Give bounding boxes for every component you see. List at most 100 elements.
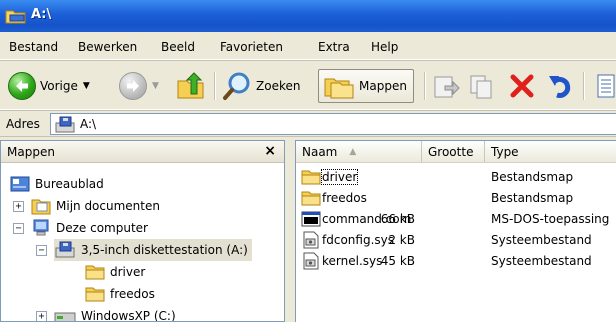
file-row[interactable]: driver Bestandsmap xyxy=(296,167,616,188)
tree-item-my-computer[interactable]: Deze computer xyxy=(31,217,148,239)
close-icon[interactable]: × xyxy=(264,143,276,159)
column-header-label: Grootte xyxy=(428,144,474,159)
file-type: Systeembestand xyxy=(491,233,592,247)
address-input[interactable]: A:\ xyxy=(50,113,616,135)
column-header-type[interactable]: Type xyxy=(485,141,616,163)
tree-item-label: freedos xyxy=(110,287,155,301)
file-row[interactable]: command.com 66 kB MS-DOS-toepassing xyxy=(296,209,616,230)
expand-icon[interactable]: + xyxy=(36,311,47,321)
search-button[interactable]: Zoeken xyxy=(222,69,300,103)
tree-item-freedos[interactable]: freedos xyxy=(85,283,155,305)
toolbar-separator xyxy=(214,72,216,100)
toolbar: Vorige ▼ ▼ Zoeken Mappen xyxy=(0,62,616,110)
file-row[interactable]: kernel.sys 45 kB Systeembestand xyxy=(296,251,616,272)
title-bar[interactable]: A:\ xyxy=(0,0,616,32)
menu-extra[interactable]: Extra xyxy=(318,40,350,54)
collapse-icon[interactable]: − xyxy=(36,245,47,256)
copy-to-button[interactable] xyxy=(468,69,498,103)
column-header-label: Type xyxy=(491,144,519,159)
file-type: Bestandsmap xyxy=(491,170,574,184)
tree-item-label: Mijn documenten xyxy=(56,199,160,213)
tree-item-driver[interactable]: driver xyxy=(85,261,145,283)
my-computer-icon xyxy=(33,219,49,236)
menu-beeld[interactable]: Beeld xyxy=(161,40,195,54)
up-folder-icon xyxy=(177,72,204,99)
window-title: A:\ xyxy=(31,7,52,22)
file-name: driver xyxy=(320,169,359,185)
menu-help[interactable]: Help xyxy=(371,40,398,54)
back-dropdown-icon[interactable]: ▼ xyxy=(83,81,90,91)
folder-icon xyxy=(301,191,321,206)
menu-bar: Bestand Bewerken Beeld Favorieten Extra … xyxy=(0,34,616,60)
expand-icon[interactable]: + xyxy=(13,201,24,212)
search-label: Zoeken xyxy=(256,79,301,93)
file-size: 66 kB xyxy=(380,212,415,226)
forward-arrow-icon xyxy=(119,72,147,100)
copy-to-icon xyxy=(470,75,492,99)
forward-dropdown-icon[interactable]: ▼ xyxy=(152,81,159,91)
file-size: 45 kB xyxy=(380,254,415,268)
system-file-icon xyxy=(303,252,319,270)
tree-item-label: WindowsXP (C:) xyxy=(81,309,176,322)
folders-button[interactable]: Mappen xyxy=(318,69,414,103)
file-type: Bestandsmap xyxy=(491,191,574,205)
delete-button[interactable] xyxy=(509,69,535,103)
column-header-size[interactable]: Grootte xyxy=(422,141,485,163)
column-header-name[interactable]: Naam ▲ xyxy=(296,141,422,163)
folders-pane-title: Mappen xyxy=(7,145,55,159)
file-size: 2 kB xyxy=(388,233,415,247)
views-button[interactable] xyxy=(592,69,616,103)
tree-item-floppy-drive[interactable]: 3,5-inch diskettestation (A:) xyxy=(54,239,252,261)
tree-item-my-documents[interactable]: Mijn documenten xyxy=(31,195,160,217)
back-label: Vorige xyxy=(40,79,78,93)
tree-item-desktop[interactable]: Bureaublad xyxy=(10,173,104,195)
forward-button[interactable]: ▼ xyxy=(119,69,159,103)
folder-icon xyxy=(5,10,26,24)
back-arrow-icon xyxy=(8,72,36,100)
address-label: Adres xyxy=(6,117,40,131)
folder-icon xyxy=(85,265,105,280)
move-to-button[interactable] xyxy=(431,69,461,103)
file-row[interactable]: freedos Bestandsmap xyxy=(296,188,616,209)
floppy-drive-icon xyxy=(55,241,75,258)
file-type: Systeembestand xyxy=(491,254,592,268)
file-name: kernel.sys xyxy=(322,254,383,268)
dos-app-icon xyxy=(301,211,321,227)
menu-bewerken[interactable]: Bewerken xyxy=(78,40,137,54)
folder-icon xyxy=(301,170,321,185)
back-button[interactable]: Vorige ▼ xyxy=(8,69,90,103)
tree-item-label: 3,5-inch diskettestation (A:) xyxy=(81,243,248,257)
sort-ascending-icon: ▲ xyxy=(349,146,357,157)
search-icon xyxy=(223,72,250,100)
views-icon xyxy=(597,74,615,98)
file-name: freedos xyxy=(322,191,367,205)
tree-item-label: Deze computer xyxy=(56,221,148,235)
hard-drive-icon xyxy=(54,312,76,321)
toolbar-separator xyxy=(424,72,426,100)
address-bar: Adres A:\ xyxy=(0,112,616,137)
move-to-icon xyxy=(434,76,460,98)
up-folder-button[interactable] xyxy=(176,69,206,103)
collapse-icon[interactable]: − xyxy=(13,223,24,234)
folders-icon xyxy=(324,78,354,99)
tree-item-hard-drive[interactable]: WindowsXP (C:) xyxy=(54,305,176,322)
floppy-drive-icon xyxy=(55,116,75,133)
folders-label: Mappen xyxy=(359,79,407,93)
folders-pane-header: Mappen × xyxy=(1,141,284,163)
undo-button[interactable] xyxy=(547,69,575,103)
file-name: fdconfig.sys xyxy=(322,233,394,247)
undo-icon xyxy=(549,76,571,98)
column-header-label: Naam xyxy=(302,144,338,159)
my-documents-icon xyxy=(31,199,51,215)
delete-icon xyxy=(510,74,534,98)
toolbar-separator xyxy=(583,72,585,100)
pane-splitter[interactable] xyxy=(285,140,295,322)
tree-item-label: driver xyxy=(110,265,146,279)
menu-favorieten[interactable]: Favorieten xyxy=(220,40,283,54)
file-row[interactable]: fdconfig.sys 2 kB Systeembestand xyxy=(296,230,616,251)
desktop-icon xyxy=(10,176,30,192)
menu-bestand[interactable]: Bestand xyxy=(9,40,58,54)
files-pane: Naam ▲ Grootte Type driver Bestandsmap f… xyxy=(295,140,616,322)
tree-item-label: Bureaublad xyxy=(35,177,104,191)
address-value: A:\ xyxy=(80,117,97,131)
